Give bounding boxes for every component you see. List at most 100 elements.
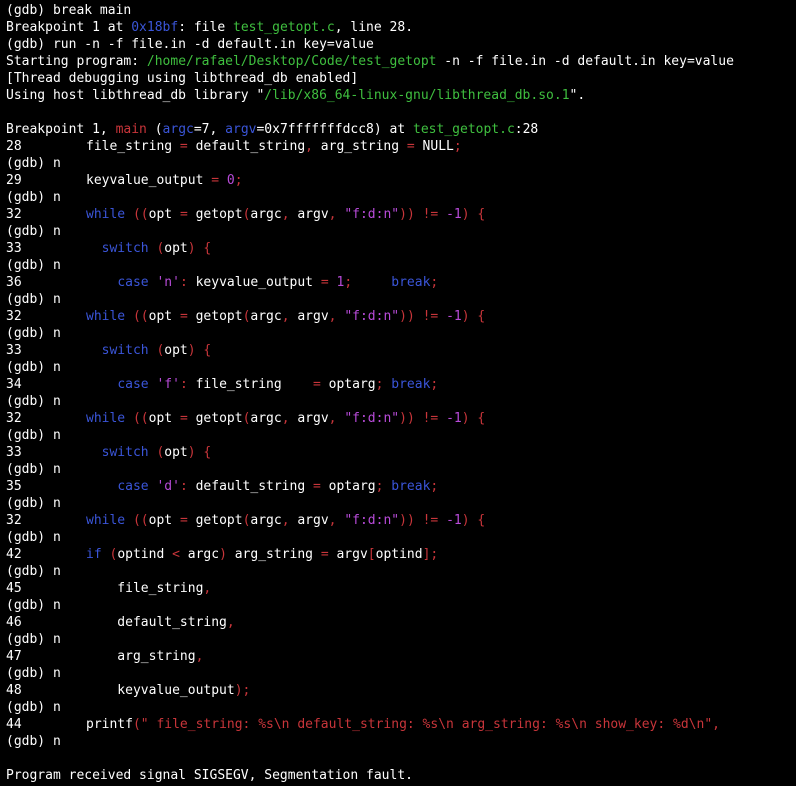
- text-segment: optind: [117, 547, 173, 562]
- text-segment: {: [477, 513, 486, 528]
- text-segment: if: [86, 547, 102, 562]
- text-segment: , line 28.: [334, 20, 414, 35]
- text-segment: (gdb) n: [6, 700, 61, 715]
- text-segment: Breakpoint 1 at: [6, 20, 132, 35]
- text-segment: [219, 173, 227, 188]
- text-segment: (gdb) n: [6, 666, 61, 681]
- text-segment: (gdb) n: [6, 224, 61, 239]
- terminal-line: Using host libthread_db library "/lib/x8…: [6, 87, 796, 104]
- text-segment: case: [117, 377, 149, 392]
- text-segment: opt: [148, 207, 180, 222]
- terminal-line: (gdb) n: [6, 597, 796, 614]
- text-segment: (gdb) n: [6, 428, 61, 443]
- terminal-line: 32 while ((opt = getopt(argc, argv, "f:d:…: [6, 410, 796, 427]
- text-segment: (: [132, 717, 141, 732]
- text-segment: opt: [164, 343, 188, 358]
- terminal-line: (gdb) n: [6, 631, 796, 648]
- terminal-line: (gdb) run -n -f file.in -d default.in ke…: [6, 36, 796, 53]
- text-segment: test_getopt.c: [413, 122, 515, 137]
- terminal-line: (gdb) n: [6, 393, 796, 410]
- text-segment: switch: [101, 241, 149, 256]
- terminal-line: (gdb) n: [6, 325, 796, 342]
- text-segment: default_string: [187, 139, 306, 154]
- text-segment: -1: [446, 309, 462, 324]
- text-segment: optind: [375, 547, 423, 562]
- source-line-number: 33: [6, 343, 22, 358]
- terminal-line: 33 switch (opt) {: [6, 342, 796, 359]
- terminal-line: 32 while ((opt = getopt(argc, argv, "f:d:…: [6, 308, 796, 325]
- terminal-line: 34 case 'f': file_string = optarg; break…: [6, 376, 796, 393]
- text-segment: (gdb) n: [6, 598, 61, 613]
- text-segment: while: [86, 309, 126, 324]
- text-segment: argv: [289, 411, 329, 426]
- source-line-number: 45: [6, 581, 22, 596]
- text-segment: ,: [328, 207, 337, 222]
- text-segment: =: [179, 513, 188, 528]
- source-line-number: 34: [6, 377, 22, 392]
- text-segment: (gdb) n: [6, 326, 61, 341]
- terminal-line: (gdb) n: [6, 495, 796, 512]
- text-segment: =: [320, 275, 329, 290]
- text-segment: =: [313, 479, 321, 494]
- text-segment: (gdb) run -n -f file.in -d default.in ke…: [6, 37, 374, 52]
- text-segment: (gdb) n: [6, 462, 61, 477]
- terminal-line: 46 default_string,: [6, 614, 796, 631]
- text-segment: ,: [281, 513, 290, 528]
- terminal-line: 32 while ((opt = getopt(argc, argv, "f:d:…: [6, 206, 796, 223]
- text-segment: test_getopt.c: [233, 20, 335, 35]
- source-line-number: 46: [6, 615, 22, 630]
- text-segment: switch: [101, 445, 149, 460]
- terminal-output[interactable]: (gdb) break main Breakpoint 1 at 0x18bf: …: [0, 0, 796, 786]
- text-segment: [438, 411, 446, 426]
- text-segment: [86, 241, 102, 256]
- text-segment: [415, 309, 423, 324]
- text-segment: switch: [101, 343, 149, 358]
- text-segment: "f:d:n": [344, 207, 400, 222]
- text-segment: file_string: [86, 581, 204, 596]
- text-segment: ;: [344, 275, 353, 290]
- text-segment: arg_string: [226, 547, 321, 562]
- text-segment: Breakpoint 1,: [6, 122, 116, 137]
- text-segment: break: [391, 479, 431, 494]
- terminal-line: 33 switch (opt) {: [6, 444, 796, 461]
- text-segment: [415, 207, 423, 222]
- text-segment: case: [117, 275, 149, 290]
- terminal-line: [Thread debugging using libthread_db ena…: [6, 70, 796, 87]
- text-segment: ;: [453, 139, 462, 154]
- source-line-number: 35: [6, 479, 22, 494]
- text-segment: 'f': [156, 377, 180, 392]
- source-line-number: 42: [6, 547, 22, 562]
- text-segment: argc: [250, 411, 282, 426]
- terminal-line: (gdb) n: [6, 257, 796, 274]
- terminal-line: (gdb) n: [6, 189, 796, 206]
- text-segment: "f:d:n": [344, 309, 400, 324]
- text-segment: -1: [446, 207, 462, 222]
- terminal-line: (gdb) n: [6, 665, 796, 682]
- text-segment: [415, 513, 423, 528]
- text-segment: )): [399, 411, 415, 426]
- text-segment: (gdb) n: [6, 258, 61, 273]
- terminal-line: (gdb) n: [6, 563, 796, 580]
- text-segment: =0x7fffffffdcc8) at: [256, 122, 414, 137]
- text-segment: ,: [328, 411, 337, 426]
- text-segment: argc: [250, 513, 282, 528]
- text-segment: keyvalue_output: [86, 683, 235, 698]
- text-segment: opt: [148, 513, 180, 528]
- text-segment: break: [391, 377, 431, 392]
- text-segment: [438, 309, 446, 324]
- terminal-line: 33 switch (opt) {: [6, 240, 796, 257]
- text-segment: ): [461, 207, 470, 222]
- text-segment: arg_string: [86, 649, 196, 664]
- text-segment: !=: [422, 513, 439, 528]
- text-segment: ): [219, 547, 227, 562]
- text-segment: (: [148, 241, 165, 256]
- text-segment: );: [234, 683, 251, 698]
- terminal-line: Breakpoint 1, main (argc=7, argv=0x7ffff…: [6, 121, 796, 138]
- text-segment: 'd': [156, 479, 180, 494]
- text-segment: ): [461, 411, 470, 426]
- text-segment: [86, 445, 102, 460]
- text-segment: Program received signal SIGSEGV, Segment…: [6, 768, 413, 783]
- text-segment: -1: [446, 411, 462, 426]
- text-segment: arg_string: [312, 139, 407, 154]
- text-segment: ,: [195, 649, 204, 664]
